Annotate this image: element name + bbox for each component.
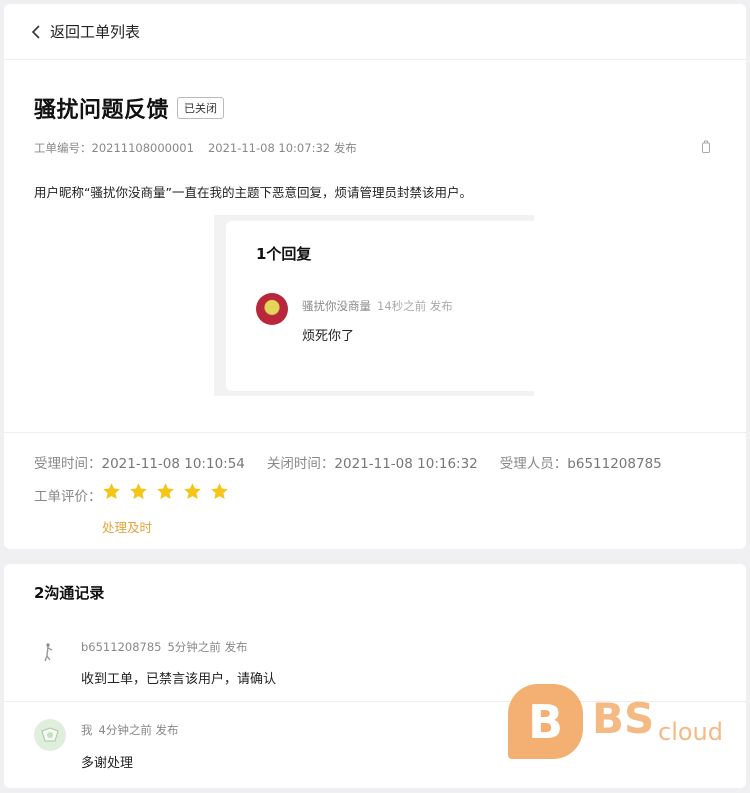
communication-title: 2沟通记录 xyxy=(34,584,105,602)
avatar xyxy=(34,636,66,668)
copy-icon[interactable] xyxy=(700,140,712,154)
handler-value: b6511208785 xyxy=(567,456,662,472)
watermark-suffix: cloud xyxy=(658,718,723,746)
processing-info: 受理时间：2021-11-08 10:10:54 关闭时间：2021-11-08… xyxy=(34,452,662,472)
close-time-label: 关闭时间： xyxy=(266,456,335,472)
back-to-list-button[interactable]: 返回工单列表 xyxy=(4,4,746,60)
ticket-card: 返回工单列表 骚扰问题反馈 已关闭 工单编号：20211108000001 20… xyxy=(4,4,746,549)
ticket-published-time: 2021-11-08 10:07:32 发布 xyxy=(207,141,357,155)
record-time: 5分钟之前 发布 xyxy=(167,640,248,654)
chevron-left-icon xyxy=(31,24,40,39)
watermark-letter: B xyxy=(508,684,583,759)
close-time-value: 2021-11-08 10:16:32 xyxy=(334,456,478,472)
record-meta: 我 4分钟之前 发布 xyxy=(81,722,178,738)
star-icon[interactable] xyxy=(156,482,175,501)
back-label: 返回工单列表 xyxy=(50,23,141,41)
record-text: 收到工单，已禁言该用户，请确认 xyxy=(81,672,277,687)
avatar xyxy=(256,293,288,325)
reply-username: 骚扰你没商量 xyxy=(302,299,371,313)
record-username: b6511208785 xyxy=(81,640,162,654)
rating-text: 处理及时 xyxy=(102,520,153,535)
quoted-post-screenshot: 1个回复 骚扰你没商量 14秒之前 发布 烦死你了 xyxy=(214,215,534,396)
reply-time: 14秒之前 发布 xyxy=(377,299,453,313)
ticket-number: 工单编号：20211108000001 xyxy=(34,140,194,156)
title-row: 骚扰问题反馈 已关闭 xyxy=(34,92,225,124)
close-time: 关闭时间：2021-11-08 10:16:32 xyxy=(267,452,478,472)
accept-time: 受理时间：2021-11-08 10:10:54 xyxy=(34,452,245,472)
rating-stars xyxy=(102,482,229,501)
watermark-logo: B BS cloud xyxy=(508,684,728,764)
star-icon[interactable] xyxy=(183,482,202,501)
accept-time-value: 2021-11-08 10:10:54 xyxy=(101,456,245,472)
watermark-brand: BS xyxy=(592,694,655,743)
ticket-description: 用户昵称“骚扰你没商量”一直在我的主题下恶意回复，烦请管理员封禁该用户。 xyxy=(34,185,472,200)
star-icon[interactable] xyxy=(210,482,229,501)
rating-label: 工单评价： xyxy=(34,489,102,505)
divider xyxy=(4,432,746,433)
record-username: 我 xyxy=(81,723,93,737)
quoted-post-panel: 1个回复 骚扰你没商量 14秒之前 发布 烦死你了 xyxy=(226,221,534,391)
ticket-meta: 工单编号：20211108000001 2021-11-08 10:07:32 … xyxy=(34,140,357,156)
record-time: 4分钟之前 发布 xyxy=(98,723,179,737)
reply-count: 1个回复 xyxy=(256,245,312,263)
handler: 受理人员：b6511208785 xyxy=(500,452,662,472)
reply-text: 烦死你了 xyxy=(302,329,355,344)
star-icon[interactable] xyxy=(102,482,121,501)
reply-meta: 骚扰你没商量 14秒之前 发布 xyxy=(302,298,453,314)
status-badge: 已关闭 xyxy=(177,97,225,119)
page-title: 骚扰问题反馈 xyxy=(34,98,170,123)
star-icon[interactable] xyxy=(129,482,148,501)
handler-label: 受理人员： xyxy=(499,456,568,472)
ticket-number-label: 工单编号： xyxy=(34,141,92,155)
avatar xyxy=(34,719,66,751)
record-text: 多谢处理 xyxy=(81,756,134,771)
ticket-number-value: 20211108000001 xyxy=(91,141,194,155)
record-meta: b6511208785 5分钟之前 发布 xyxy=(81,639,247,655)
accept-time-label: 受理时间： xyxy=(34,456,102,472)
